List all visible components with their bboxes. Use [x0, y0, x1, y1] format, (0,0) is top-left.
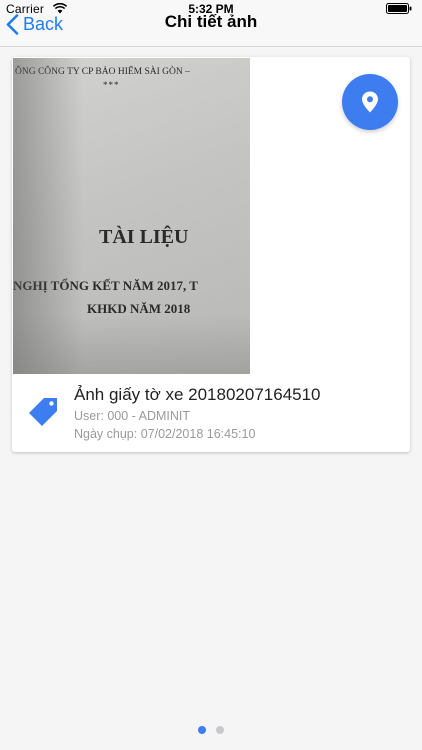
photo-caption: Ảnh giấy tờ xe 20180207164510: [74, 385, 321, 404]
photo-card[interactable]: ÔNG CÔNG TY CP BẢO HIỂM SÀI GÒN – *** TÀ…: [12, 57, 410, 452]
page-dot-2[interactable]: [216, 726, 224, 734]
photo-shadow-bottom: [13, 314, 250, 374]
navigation-bar: Carrier 5:32 PM Back Chi tiết ảnh: [0, 0, 422, 47]
page-dot-1[interactable]: [198, 726, 206, 734]
page-indicator[interactable]: [0, 726, 422, 734]
location-button[interactable]: [342, 74, 398, 130]
doc-stars-text: ***: [103, 80, 120, 90]
tag-icon: [29, 398, 57, 426]
document-photo[interactable]: ÔNG CÔNG TY CP BẢO HIỂM SÀI GÒN – *** TÀ…: [13, 58, 250, 374]
photo-date: Ngày chụp: 07/02/2018 16:45:10: [74, 427, 256, 441]
doc-title-text: TÀI LIỆU: [99, 226, 189, 248]
location-pin-icon: [362, 91, 378, 113]
page-title: Chi tiết ảnh: [164, 12, 258, 31]
photo-user: User: 000 - ADMINIT: [74, 409, 190, 423]
